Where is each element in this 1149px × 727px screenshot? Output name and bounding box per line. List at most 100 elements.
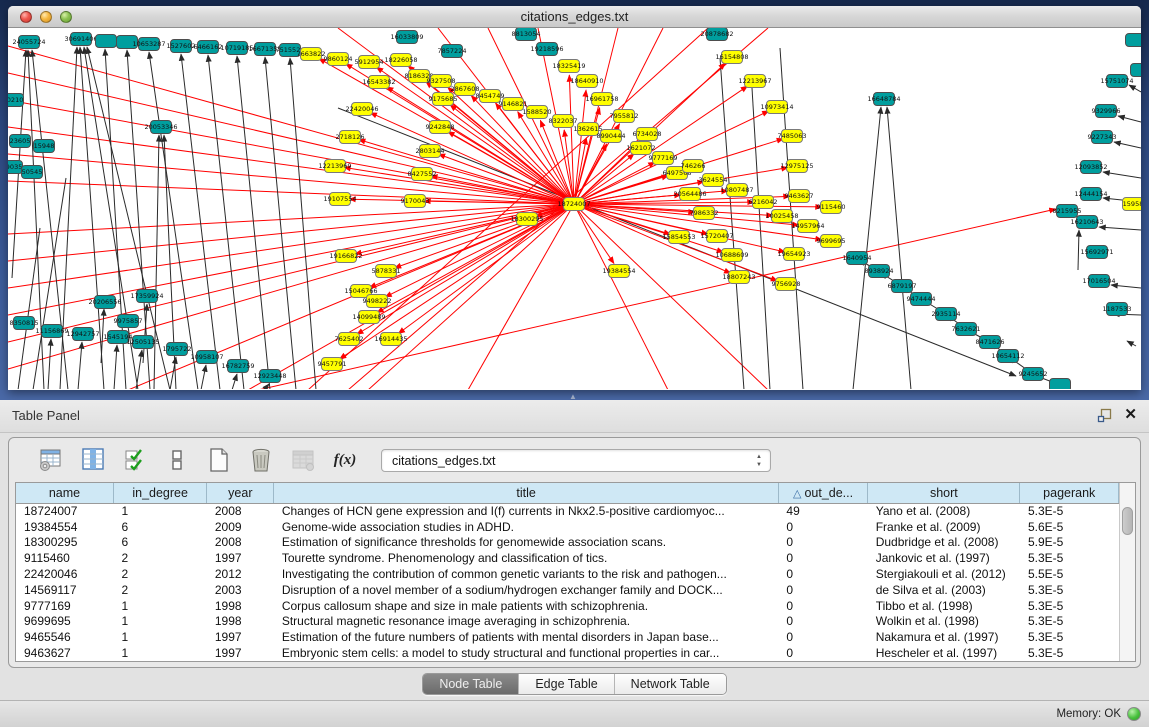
graph-node[interactable]: 14957964: [791, 220, 824, 233]
scrollbar-thumb[interactable]: [1122, 507, 1133, 535]
table-row[interactable]: 911546021997Tourette syndrome. Phenomeno…: [16, 550, 1119, 566]
graph-node[interactable]: 8350815: [10, 317, 39, 330]
graph-node[interactable]: 6466162: [194, 41, 223, 54]
select-rows-button[interactable]: [121, 446, 149, 474]
graph-node[interactable]: 9242848: [426, 121, 455, 134]
red-edge[interactable]: [468, 204, 574, 389]
graph-node[interactable]: 1187533: [1103, 303, 1132, 316]
graph-node[interactable]: 9756928: [772, 278, 801, 291]
select-column-button[interactable]: [79, 446, 107, 474]
table-row[interactable]: 1456911722003Disruption of a novel membe…: [16, 582, 1119, 598]
graph-node[interactable]: 9329966: [1092, 105, 1121, 118]
citation-network-graph[interactable]: 2405572430691406106532871527602646616210…: [8, 28, 1141, 389]
graph-node[interactable]: 7632621: [952, 323, 981, 336]
graph-node[interactable]: 19107554: [323, 193, 356, 206]
graph-node[interactable]: 50545: [22, 166, 43, 179]
column-header-short[interactable]: short: [868, 483, 1020, 503]
graph-node[interactable]: [1050, 379, 1071, 390]
table-row[interactable]: 977716911998Corpus callosum shape and si…: [16, 598, 1119, 614]
graph-node[interactable]: 18325419: [552, 60, 585, 73]
graph-node[interactable]: 10025458: [765, 210, 798, 223]
graph-node[interactable]: 9457791: [318, 358, 347, 371]
black-edge[interactable]: [1099, 227, 1141, 230]
graph-node[interactable]: 12975125: [780, 160, 813, 173]
graph-node[interactable]: 7485063: [778, 130, 807, 143]
graph-node[interactable]: 1621072: [627, 142, 656, 155]
graph-node[interactable]: 9860124: [324, 53, 353, 66]
graph-node[interactable]: 1527602: [167, 40, 196, 53]
table-row[interactable]: 2242004622012Investigating the contribut…: [16, 566, 1119, 582]
black-edge[interactable]: [48, 339, 51, 389]
graph-node[interactable]: 12923448: [253, 370, 286, 383]
function-builder-button[interactable]: f(x): [331, 446, 359, 474]
red-edge[interactable]: [377, 204, 574, 313]
graph-node[interactable]: 20053346: [144, 121, 177, 134]
graph-node[interactable]: 22420046: [345, 103, 378, 116]
graph-node[interactable]: 17359924: [130, 290, 163, 303]
graph-node[interactable]: 16648784: [867, 93, 900, 106]
table-row[interactable]: 1872400712008Changes of HCN gene express…: [16, 503, 1119, 519]
graph-node[interactable]: 746266: [681, 160, 706, 173]
black-edge[interactable]: [28, 50, 44, 389]
black-edge[interactable]: [853, 107, 881, 389]
graph-node[interactable]: 19035: [8, 161, 23, 174]
black-edge[interactable]: [752, 88, 770, 389]
black-edge[interactable]: [114, 345, 117, 389]
graph-node[interactable]: 2935114: [932, 308, 961, 321]
graph-node[interactable]: 12444154: [1074, 188, 1107, 201]
graph-node[interactable]: 12942757: [66, 328, 99, 341]
table-scrollbar[interactable]: [1119, 483, 1135, 661]
column-header-year[interactable]: year: [207, 483, 274, 503]
graph-node[interactable]: 6734028: [633, 128, 662, 141]
graph-node[interactable]: 20878682: [700, 28, 733, 41]
float-panel-icon[interactable]: [1097, 408, 1112, 423]
red-edge[interactable]: [368, 204, 574, 389]
graph-node[interactable]: 2803144: [416, 145, 445, 158]
graph-node[interactable]: 20206556: [88, 296, 121, 309]
graph-node[interactable]: 15958: [1123, 198, 1142, 211]
graph-node[interactable]: 9777169: [649, 152, 678, 165]
black-edge[interactable]: [265, 57, 296, 389]
graph-node[interactable]: 9175685: [429, 93, 458, 106]
graph-node[interactable]: 9699695: [817, 235, 846, 248]
black-edge[interactable]: [1127, 341, 1136, 346]
graph-node[interactable]: 16782759: [221, 360, 254, 373]
black-edge[interactable]: [290, 58, 316, 389]
graph-node[interactable]: 19218596: [530, 43, 563, 56]
graph-node[interactable]: 15751074: [1100, 75, 1133, 88]
table-row[interactable]: 969969511998Structural magnetic resonanc…: [16, 614, 1119, 630]
column-header-out_de[interactable]: △out_de...: [778, 483, 867, 503]
close-panel-icon[interactable]: ✕: [1124, 407, 1137, 423]
column-header-title[interactable]: title: [274, 483, 779, 503]
graph-node[interactable]: 19384554: [602, 265, 635, 278]
graph-node[interactable]: 17016504: [1082, 275, 1115, 288]
red-edge[interactable]: [398, 204, 574, 334]
table-row[interactable]: 1830029562008Estimation of significance …: [16, 535, 1119, 551]
graph-node[interactable]: 18226058: [384, 54, 417, 67]
table-row[interactable]: 946554611997Estimation of the future num…: [16, 629, 1119, 645]
graph-node[interactable]: 9498222: [363, 295, 392, 308]
graph-node[interactable]: 3624554: [699, 174, 728, 187]
graph-node[interactable]: 7955812: [610, 110, 639, 123]
graph-node[interactable]: 1640954: [843, 252, 872, 265]
graph-node[interactable]: 9115460: [817, 201, 846, 214]
column-header-pagerank[interactable]: pagerank: [1020, 483, 1119, 503]
graph-node[interactable]: 12213967: [738, 75, 771, 88]
merge-cells-button[interactable]: [163, 446, 191, 474]
graph-node[interactable]: 5912954: [355, 56, 384, 69]
graph-node[interactable]: 24055724: [12, 36, 45, 49]
graph-node[interactable]: 7625402: [335, 333, 364, 346]
tab-node-table[interactable]: Node Table: [423, 674, 519, 694]
black-edge[interactable]: [232, 374, 237, 389]
red-edge[interactable]: [344, 167, 574, 204]
graph-node[interactable]: 12213969: [318, 160, 351, 173]
graph-node[interactable]: 19654923: [777, 248, 810, 261]
graph-node[interactable]: 18640910: [570, 75, 603, 88]
graph-node[interactable]: 14099489: [352, 311, 385, 324]
graph-node[interactable]: 8471626: [976, 336, 1005, 349]
black-edge[interactable]: [1114, 142, 1141, 148]
graph-node[interactable]: 9227343: [1088, 131, 1117, 144]
graph-node[interactable]: 5878331: [372, 265, 401, 278]
graph-node[interactable]: 6879197: [888, 280, 917, 293]
graph-node[interactable]: 16033809: [390, 31, 423, 44]
